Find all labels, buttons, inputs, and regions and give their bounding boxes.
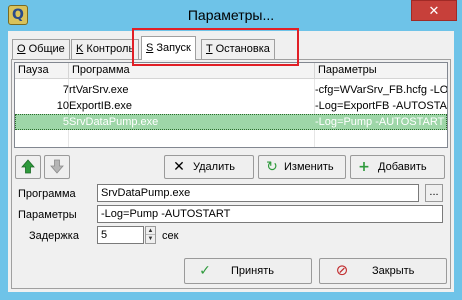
- params-label: Параметры: [18, 209, 77, 221]
- table-row[interactable]: 7 rtVarSrv.exe -cfg=WVarSrv_FB.hcfg -LO: [15, 82, 447, 98]
- close-button[interactable]: ⊘ Закрыть: [319, 258, 447, 284]
- table-row[interactable]: 10 ExportIB.exe -Log=ExportFB -AUTOSTAR: [15, 98, 447, 114]
- delay-input[interactable]: 5: [97, 226, 144, 244]
- delete-button-label: Удалить: [193, 161, 235, 173]
- add-button[interactable]: + Добавить: [350, 155, 445, 179]
- window-close-button[interactable]: ✕: [411, 0, 457, 21]
- tab-general-hotkey: O: [17, 43, 26, 55]
- cell-params: -Log=ExportFB -AUTOSTAR: [315, 100, 447, 112]
- move-up-button[interactable]: [15, 155, 41, 179]
- dialog-client-area: O Общие K Контроль S Запуск T Остановка …: [8, 28, 454, 292]
- delete-button[interactable]: ✕ Удалить: [164, 155, 254, 179]
- cell-params: -Log=Pump -AUTOSTART: [315, 116, 445, 128]
- edit-button-label: Изменить: [284, 161, 334, 173]
- tab-control[interactable]: K Контроль: [71, 39, 140, 59]
- delay-unit: сек: [162, 230, 179, 242]
- cell-program: ExportIB.exe: [69, 100, 132, 112]
- tab-panel-launch: Пауза Программа Параметры 7 rtVarSrv.exe…: [11, 59, 451, 289]
- browse-button[interactable]: ...: [425, 184, 443, 202]
- move-down-button[interactable]: [44, 155, 70, 179]
- cell-pause: 7: [62, 84, 69, 96]
- tab-control-label: Контроль: [86, 43, 135, 55]
- parameters-dialog: Q Параметры... ✕ O Общие K Контроль S За…: [0, 0, 462, 300]
- close-button-label: Закрыть: [372, 265, 415, 277]
- column-header-params[interactable]: Параметры: [315, 63, 447, 79]
- arrow-down-icon: [50, 159, 64, 174]
- title-bar[interactable]: Q Параметры... ✕: [0, 0, 462, 31]
- tab-general-label: Общие: [28, 43, 65, 55]
- program-input[interactable]: SrvDataPump.exe: [97, 184, 419, 202]
- window-title: Параметры...: [187, 7, 275, 23]
- checkmark-icon: ✓: [199, 263, 211, 279]
- apply-button[interactable]: ✓ Принять: [184, 258, 312, 284]
- stepper-up-icon[interactable]: ▲: [146, 227, 155, 235]
- apply-button-label: Принять: [231, 265, 274, 277]
- program-label: Программа: [18, 188, 76, 200]
- params-input[interactable]: -Log=Pump -AUTOSTART: [97, 205, 443, 223]
- no-entry-icon: ⊘: [335, 261, 349, 279]
- cell-program: SrvDataPump.exe: [69, 116, 159, 128]
- plus-icon: +: [358, 159, 370, 175]
- add-button-label: Добавить: [378, 161, 427, 173]
- table-row-selected[interactable]: 5 SrvDataPump.exe -Log=Pump -AUTOSTART: [15, 114, 447, 130]
- cell-params: -cfg=WVarSrv_FB.hcfg -LO: [315, 84, 447, 96]
- tab-general[interactable]: O Общие: [12, 39, 70, 59]
- refresh-icon: ↻: [266, 159, 278, 175]
- column-header-pause[interactable]: Пауза: [15, 63, 69, 79]
- delay-stepper[interactable]: ▲ ▼: [145, 226, 156, 244]
- stepper-down-icon[interactable]: ▼: [146, 235, 155, 243]
- annotation-highlight-box: [132, 28, 299, 66]
- cell-pause: 5: [62, 116, 69, 128]
- programs-table[interactable]: Пауза Программа Параметры 7 rtVarSrv.exe…: [14, 62, 448, 148]
- tab-control-hotkey: K: [76, 43, 84, 55]
- cell-pause: 10: [56, 100, 69, 112]
- cell-program: rtVarSrv.exe: [69, 84, 129, 96]
- cross-icon: ✕: [173, 159, 185, 175]
- arrow-up-icon: [21, 159, 35, 174]
- edit-button[interactable]: ↻ Изменить: [258, 155, 346, 179]
- delay-label: Задержка: [29, 230, 79, 242]
